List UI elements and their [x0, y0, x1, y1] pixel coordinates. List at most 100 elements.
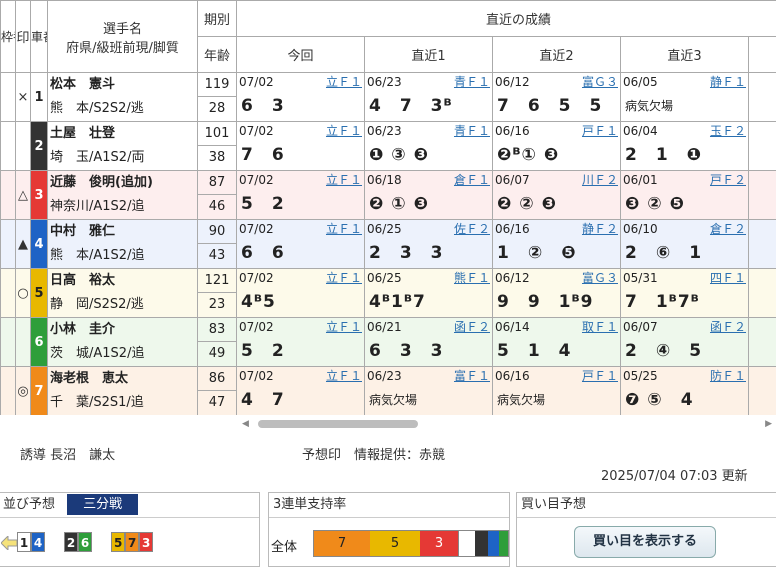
result-venue-link[interactable]: 川Ｆ２ — [582, 172, 618, 190]
result-ranks: 7 6 5 5 — [497, 96, 603, 116]
result-venue-link[interactable]: 立Ｆ１ — [326, 221, 362, 239]
age-value: 43 — [208, 248, 226, 263]
col-this: 今回 — [236, 36, 365, 73]
age-value: 49 — [208, 346, 226, 361]
result-date: 06/25 — [367, 271, 402, 285]
result-venue-link[interactable]: 戸Ｆ２ — [710, 172, 746, 190]
line-badge: 三分戦 — [67, 494, 139, 515]
result-venue-link[interactable]: 青Ｆ１ — [454, 123, 490, 141]
line-chip: 1 — [17, 531, 31, 552]
car-header: 車番 — [30, 0, 48, 73]
result-cell: 06/16 戸Ｆ１ 病気欠場 — [492, 366, 621, 415]
result-ranks: 2 ⑥ 1 — [625, 243, 703, 263]
result-ranks: 6 3 — [241, 96, 285, 116]
result-venue-link[interactable]: 熊Ｆ１ — [454, 270, 490, 288]
result-date: 07/02 — [239, 222, 274, 236]
term-header: 期別 — [197, 0, 237, 37]
result-venue-link[interactable]: 四Ｆ１ — [710, 270, 746, 288]
result-cell: 06/25 熊Ｆ１ 4ᴮ1ᴮ7 — [364, 268, 493, 318]
rider-name[interactable]: 土屋 壮登 — [50, 123, 197, 147]
arrow-left-icon — [0, 534, 18, 551]
waku-cell — [0, 317, 16, 367]
result-venue-link[interactable]: 函Ｆ２ — [710, 319, 746, 337]
result-date: 06/16 — [495, 222, 530, 236]
mark-cell: × — [15, 72, 31, 122]
result-venue-link[interactable]: 立Ｆ１ — [326, 172, 362, 190]
race-table[interactable]: 枠番 印 車番 選手名府県/級班前現/脚質 期別 直近の成績 年齢 今回 直近1… — [0, 0, 776, 415]
rider-row: ◎ 7 海老根 恵太千 葉/S2S1/追 86 47 07/02 立Ｆ１ 4 7 06/23 富Ｆ… — [0, 366, 776, 415]
rider-name-cell: 日高 裕太静 岡/S2S2/逃 — [47, 268, 198, 318]
result-venue-link[interactable]: 函Ｆ２ — [454, 319, 490, 337]
result-venue-link[interactable]: 立Ｆ１ — [326, 74, 362, 92]
result-venue-link[interactable]: 立Ｆ１ — [326, 319, 362, 337]
prediction-source: 予想印 情報提供：赤競 — [302, 448, 446, 463]
result-venue-link[interactable]: 立Ｆ１ — [326, 368, 362, 386]
buy-title: 買い目予想 — [517, 493, 776, 518]
result-venue-link[interactable]: 立Ｆ１ — [326, 123, 362, 141]
rider-name-cell: 松本 憲斗熊 本/S2S2/逃 — [47, 72, 198, 122]
line-chip: 7 — [125, 531, 140, 552]
support-bar: 753 — [313, 530, 509, 557]
rider-name[interactable]: 日高 裕太 — [50, 270, 197, 294]
result-ranks: ❷ ① ❸ — [369, 194, 430, 214]
term-value: 83 — [198, 319, 236, 342]
rider-name[interactable]: 近藤 俊明(追加) — [50, 172, 197, 196]
result-venue-link[interactable]: 立Ｆ１ — [326, 270, 362, 288]
rider-name[interactable]: 松本 憲斗 — [50, 74, 197, 98]
result-venue-link[interactable]: 戸Ｆ１ — [582, 123, 618, 141]
support-segment: 5 — [370, 531, 420, 556]
rider-name[interactable]: 小林 圭介 — [50, 319, 197, 343]
result-cell: 06/01 戸Ｆ２ ❸ ② ❺ — [620, 170, 749, 220]
scroll-right-arrow-icon[interactable]: ▶ — [765, 419, 772, 429]
result-venue-link[interactable]: 取Ｆ１ — [582, 319, 618, 337]
result-date: 06/23 — [367, 75, 402, 89]
horizontal-scrollbar[interactable]: ◀ ▶ — [240, 417, 776, 431]
scroll-left-arrow-icon[interactable]: ◀ — [242, 419, 249, 429]
waku-cell — [0, 121, 16, 171]
result-venue-link[interactable]: 玉Ｆ２ — [710, 123, 746, 141]
rider-row: ○ 5 日高 裕太静 岡/S2S2/逃 121 23 07/02 立Ｆ１ 4ᴮ5 06/25 熊Ｆ… — [0, 268, 776, 318]
rider-name[interactable]: 中村 雅仁 — [50, 221, 197, 245]
age-value: 47 — [208, 395, 226, 410]
scrollbar-thumb[interactable] — [258, 420, 418, 428]
result-cell: 07/02 立Ｆ１ 6 6 — [236, 219, 365, 269]
result-venue-link[interactable]: 静Ｆ１ — [710, 74, 746, 92]
result-venue-link[interactable]: 富Ｆ１ — [454, 368, 490, 386]
result-ranks: 病気欠場 — [625, 99, 674, 113]
age-value: 46 — [208, 199, 226, 214]
car-number: 3 — [30, 170, 48, 220]
rider-info: 千 葉/S2S1/追 — [50, 395, 144, 410]
result-venue-link[interactable]: 静Ｆ２ — [582, 221, 618, 239]
result-cell — [748, 317, 776, 367]
result-ranks: 9 9 1ᴮ9 — [497, 292, 594, 312]
result-venue-link[interactable]: 青Ｆ１ — [454, 74, 490, 92]
show-buy-button[interactable]: 買い目を表示する — [574, 526, 716, 558]
result-venue-link[interactable]: 戸Ｆ１ — [582, 368, 618, 386]
result-venue-link[interactable]: 倉Ｆ２ — [710, 221, 746, 239]
waku-header: 枠番 — [0, 0, 16, 73]
rider-row: × 1 松本 憲斗熊 本/S2S2/逃 119 28 07/02 立Ｆ１ 6 3 06/23 青Ｆ… — [0, 72, 776, 122]
result-venue-link[interactable]: 佐Ｆ２ — [454, 221, 490, 239]
result-date: 07/02 — [239, 320, 274, 334]
result-ranks: ❷ ② ❸ — [497, 194, 558, 214]
result-venue-link[interactable]: 富Ｇ３ — [582, 270, 618, 288]
car-number: 4 — [30, 219, 48, 269]
result-ranks: 7 1ᴮ7ᴮ — [625, 292, 700, 312]
rider-name-cell: 土屋 壮登埼 玉/A1S2/両 — [47, 121, 198, 171]
rider-name-cell: 中村 雅仁熊 本/A1S2/追 — [47, 219, 198, 269]
result-ranks: ❶ ③ ❸ — [369, 145, 430, 165]
result-date: 06/16 — [495, 124, 530, 138]
result-cell: 06/07 川Ｆ２ ❷ ② ❸ — [492, 170, 621, 220]
result-ranks: 2 ④ 5 — [625, 341, 703, 361]
car-number: 7 — [30, 366, 48, 415]
result-cell: 06/07 函Ｆ２ 2 ④ 5 — [620, 317, 749, 367]
result-ranks: 6 6 — [241, 243, 285, 263]
rider-name[interactable]: 海老根 恵太 — [50, 368, 197, 392]
result-date: 07/02 — [239, 369, 274, 383]
term-age-cell: 87 46 — [197, 170, 237, 220]
col-recent1: 直近1 — [364, 36, 493, 73]
result-venue-link[interactable]: 富Ｇ３ — [582, 74, 618, 92]
result-date: 07/02 — [239, 75, 274, 89]
result-venue-link[interactable]: 防Ｆ１ — [710, 368, 746, 386]
result-venue-link[interactable]: 倉Ｆ１ — [454, 172, 490, 190]
